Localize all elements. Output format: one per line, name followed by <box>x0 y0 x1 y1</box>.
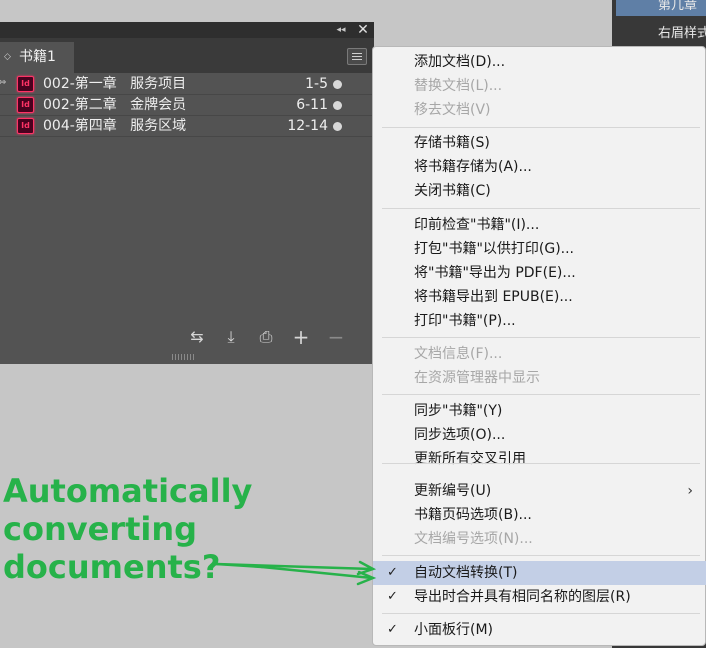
indesign-doc-icon: Id <box>17 97 34 113</box>
menu-item: 移去文档(V) <box>373 98 706 122</box>
menu-item-label: 同步选项(O)... <box>414 427 506 443</box>
menu-item: 替换文档(L)... <box>373 74 706 98</box>
print-book-icon[interactable]: ⎙ <box>255 326 277 348</box>
menu-item[interactable]: 印前检查"书籍"(I)... <box>373 213 706 237</box>
menu-item-label: 替换文档(L)... <box>414 78 503 94</box>
menu-item[interactable]: 关闭书籍(C) <box>373 179 706 203</box>
menu-item-label: 更新编号(U) <box>414 483 492 499</box>
document-name: 004-第四章 服务区域 <box>43 118 187 134</box>
menu-item[interactable]: 将书籍存储为(A)... <box>373 155 706 179</box>
document-row[interactable]: Id 002-第二章 金牌会员 6-11 <box>0 95 374 116</box>
annotation-line-2: converting documents? <box>3 510 221 586</box>
menu-item[interactable]: 更新所有交叉引用 <box>373 447 706 471</box>
panel-titlebar[interactable]: ◂◂ ✕ <box>0 22 374 38</box>
menu-item-label: 将书籍导出到 EPUB(E)... <box>414 289 573 305</box>
annotation-callout: Automatically converting documents? <box>3 472 423 586</box>
menu-item-label: 小面板行(M) <box>414 622 494 638</box>
menu-item-label: 更新所有交叉引用 <box>414 451 526 467</box>
right-panel-item-header-style[interactable]: 右眉样式 <box>616 24 706 44</box>
sync-styles-icon[interactable]: ⇆ <box>186 326 208 348</box>
document-list: ⇔ Id 002-第一章 服务项目 1-5 Id 002-第二章 金牌会员 6-11 Id 00… <box>0 74 374 137</box>
menu-item[interactable]: 将"书籍"导出为 PDF(E)... <box>373 261 706 285</box>
checkmark-icon: ✓ <box>387 622 398 637</box>
collapse-panel-icon[interactable]: ◂◂ <box>334 22 348 38</box>
menu-item-label: 自动文档转换(T) <box>414 565 518 581</box>
resize-grip[interactable] <box>172 354 196 360</box>
document-page-range: 6-11 <box>296 97 328 113</box>
indesign-doc-icon: Id <box>17 118 34 134</box>
menu-item-label: 添加文档(D)... <box>414 54 506 70</box>
menu-item-label: 关闭书籍(C) <box>414 183 491 199</box>
save-book-icon[interactable]: ⤓ <box>220 326 242 348</box>
menu-item-label: 印前检查"书籍"(I)... <box>414 217 540 233</box>
menu-item-label: 移去文档(V) <box>414 102 491 118</box>
tab-book-label: 书籍1 <box>19 49 56 65</box>
menu-item-label: 打包"书籍"以供打印(G)... <box>414 241 575 257</box>
annotation-line-1: Automatically <box>3 472 253 510</box>
menu-separator <box>382 394 700 395</box>
add-document-icon[interactable]: + <box>290 326 312 348</box>
document-status-icon <box>333 101 342 110</box>
remove-document-icon[interactable]: − <box>325 326 347 348</box>
menu-item[interactable]: 将书籍导出到 EPUB(E)... <box>373 285 706 309</box>
menu-separator <box>382 208 700 209</box>
menu-item[interactable]: 同步选项(O)... <box>373 423 706 447</box>
menu-separator <box>382 127 700 128</box>
document-status-icon <box>333 122 342 131</box>
menu-separator <box>382 337 700 338</box>
tab-expand-icon[interactable]: ◇ <box>4 42 11 72</box>
menu-item-label: 在资源管理器中显示 <box>414 370 540 386</box>
style-source-icon[interactable]: ⇔ <box>0 77 6 88</box>
menu-separator <box>382 613 700 614</box>
document-row[interactable]: ⇔ Id 002-第一章 服务项目 1-5 <box>0 74 374 95</box>
submenu-arrow-icon: › <box>687 483 693 499</box>
menu-item: 文档信息(F)... <box>373 342 706 366</box>
menu-item[interactable]: ✓ 小面板行(M) <box>373 618 706 642</box>
book-panel: ◂◂ ✕ ◇ 书籍1 ⇔ Id 002-第一章 服务项目 1-5 Id 002-第二章 金… <box>0 22 374 364</box>
menu-item-label: 文档编号选项(N)... <box>414 531 533 547</box>
document-name: 002-第一章 服务项目 <box>43 76 187 92</box>
menu-item-label: 将书籍存储为(A)... <box>414 159 532 175</box>
indesign-doc-icon: Id <box>17 76 34 92</box>
close-panel-icon[interactable]: ✕ <box>356 22 370 38</box>
panel-toolbar: ⇆ ⤓ ⎙ + − <box>0 322 374 352</box>
menu-item[interactable]: ✓ 导出时合并具有相同名称的图层(R) <box>373 585 706 609</box>
menu-item-label: 将"书籍"导出为 PDF(E)... <box>414 265 576 281</box>
right-panel-item-chapter[interactable]: 第几章 <box>616 0 706 16</box>
menu-item-label: 文档信息(F)... <box>414 346 503 362</box>
menu-item-label: 同步"书籍"(Y) <box>414 403 503 419</box>
menu-separator <box>382 463 700 464</box>
menu-item-label: 导出时合并具有相同名称的图层(R) <box>414 589 631 605</box>
hamburger-icon <box>352 53 362 54</box>
tab-book[interactable]: ◇ 书籍1 <box>0 42 74 73</box>
menu-item-label: 存储书籍(S) <box>414 135 490 151</box>
menu-item[interactable]: 打印"书籍"(P)... <box>373 309 706 333</box>
panel-menu-button[interactable] <box>347 48 367 65</box>
document-page-range: 1-5 <box>305 76 328 92</box>
panel-tab-row: ◇ 书籍1 <box>0 38 374 73</box>
document-status-icon <box>333 80 342 89</box>
menu-item[interactable]: 同步"书籍"(Y) <box>373 399 706 423</box>
document-page-range: 12-14 <box>287 118 328 134</box>
menu-item-label: 书籍页码选项(B)... <box>414 507 532 523</box>
document-name: 002-第二章 金牌会员 <box>43 97 187 113</box>
menu-item[interactable]: 打包"书籍"以供打印(G)... <box>373 237 706 261</box>
menu-item: 在资源管理器中显示 <box>373 366 706 390</box>
menu-separator <box>382 555 700 556</box>
menu-item-label: 打印"书籍"(P)... <box>414 313 516 329</box>
menu-item[interactable]: 存储书籍(S) <box>373 131 706 155</box>
checkmark-icon: ✓ <box>387 589 398 604</box>
document-row[interactable]: Id 004-第四章 服务区域 12-14 <box>0 116 374 137</box>
menu-item[interactable]: 添加文档(D)... <box>373 50 706 74</box>
